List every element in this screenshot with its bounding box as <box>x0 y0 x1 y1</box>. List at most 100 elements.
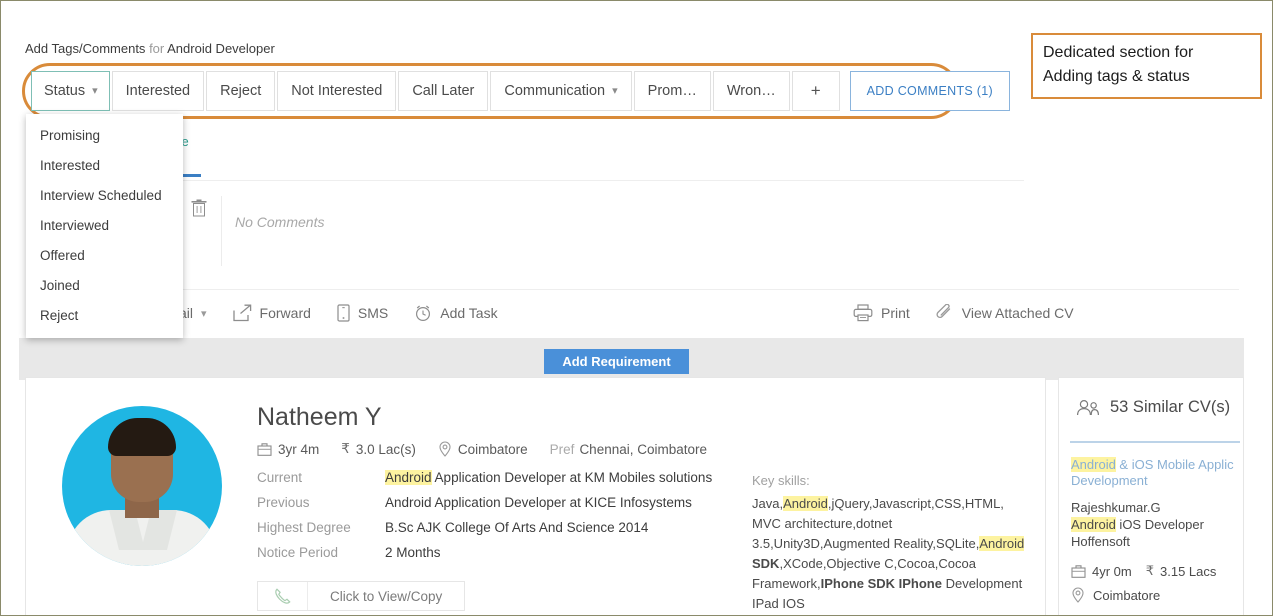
similar-location-value: Coimbatore <box>1093 587 1161 603</box>
highlight-android: Android <box>385 470 432 485</box>
add-tag-button[interactable]: + <box>791 71 840 111</box>
add-tags-header-prefix: Add Tags/Comments <box>25 41 146 56</box>
email-button[interactable]: ail ▾ <box>179 305 207 321</box>
add-tags-header: Add Tags/Comments for Android Developer <box>25 41 275 56</box>
status-option-reject[interactable]: Reject <box>26 300 183 330</box>
sms-label: SMS <box>357 305 389 321</box>
add-tags-header-role: Android Developer <box>167 41 275 56</box>
key-skills: Key skills: Java,Android,jQuery,Javascri… <box>752 471 1027 614</box>
tag-communication-label: Communication <box>504 83 606 99</box>
status-option-promising[interactable]: Promising <box>26 120 183 150</box>
tag-call-later-button[interactable]: Call Later <box>398 71 489 111</box>
action-toolbar-right: Print View Attached CV <box>853 300 1100 326</box>
status-dropdown-label: Status <box>44 83 86 99</box>
alarm-clock-icon <box>414 304 432 322</box>
location-pin-icon <box>1071 587 1085 603</box>
add-task-label: Add Task <box>440 305 498 321</box>
pref-value: Chennai, Coimbatore <box>579 441 708 457</box>
candidate-location: Coimbatore <box>438 441 528 457</box>
annotation-line-2: Adding tags & status <box>1043 68 1190 85</box>
tag-communication-button[interactable]: Communication ▾ <box>490 71 632 111</box>
forward-button[interactable]: Forward <box>232 304 311 322</box>
screenshot-root: Add Tags/Comments for Android Developer … <box>0 0 1273 616</box>
chevron-down-icon: ▾ <box>92 84 98 97</box>
detail-label-notice-period: Notice Period <box>257 545 339 560</box>
view-attached-cv-button[interactable]: View Attached CV <box>936 304 1074 322</box>
candidate-experience: 3yr 4m <box>257 442 319 457</box>
similar-location: Coimbatore <box>1071 587 1160 603</box>
detail-label-highest-degree: Highest Degree <box>257 520 351 535</box>
similar-candidate-company: Hoffensoft <box>1071 534 1131 549</box>
similar-job-title[interactable]: Android & iOS Mobile Applic Development <box>1071 457 1249 489</box>
add-tags-header-for: for <box>149 41 165 56</box>
candidate-name: Natheem Y <box>257 403 382 431</box>
status-dropdown-button[interactable]: Status ▾ <box>31 71 110 111</box>
action-toolbar: ail ▾ Forward SMS Add Task <box>179 300 524 326</box>
candidate-salary: ₹ 3.0 Lac(s) <box>341 441 416 457</box>
similar-candidate-name: Rajeshkumar.G <box>1071 500 1161 515</box>
tag-interested-button[interactable]: Interested <box>111 71 205 111</box>
status-option-interviewed[interactable]: Interviewed <box>26 210 183 240</box>
add-comments-label: ADD COMMENTS (1) <box>866 84 993 98</box>
similar-candidate-role: iOS Developer <box>1115 517 1204 532</box>
similar-cvs-count: 53 Similar CV(s) <box>1110 398 1231 416</box>
candidate-salary-value: 3.0 Lac(s) <box>355 441 416 457</box>
print-label: Print <box>881 305 910 321</box>
candidate-avatar <box>62 406 222 566</box>
status-option-interview-scheduled[interactable]: Interview Scheduled <box>26 180 183 210</box>
detail-value-notice-period: 2 Months <box>385 545 441 560</box>
plus-icon: + <box>810 81 821 100</box>
similar-salary-value: 3.15 Lacs <box>1160 563 1217 579</box>
key-skills-p6: IPhone SDK IPhone <box>820 576 942 591</box>
briefcase-icon <box>257 442 272 457</box>
tag-not-interested-button[interactable]: Not Interested <box>277 71 397 111</box>
similar-experience: 4yr 0m <box>1071 564 1132 579</box>
detail-row-notice-period: Notice Period 2 Months <box>257 544 712 561</box>
rupee-icon: ₹ <box>341 441 350 456</box>
annotation-line-1: Dedicated section for <box>1043 44 1194 61</box>
tab-bar-divider <box>179 180 1024 181</box>
candidate-preferred-location: Pref Chennai, Coimbatore <box>550 442 707 457</box>
phone-reveal-button[interactable]: Click to View/Copy <box>257 581 466 611</box>
similar-candidate-meta: 4yr 0m ₹ 3.15 Lacs <box>1071 563 1230 579</box>
detail-value-highest-degree: B.Sc AJK College Of Arts And Science 201… <box>385 520 649 535</box>
key-skills-p1: Android <box>783 496 828 511</box>
key-skills-p4: SDK <box>752 556 780 571</box>
tag-wrong-label: Wron… <box>726 83 776 99</box>
printer-icon <box>853 304 873 322</box>
print-button[interactable]: Print <box>853 304 910 322</box>
no-comments-text: No Comments <box>235 214 325 230</box>
highlight-android: Android <box>1071 517 1116 532</box>
paperclip-icon <box>936 304 954 322</box>
similar-cvs-divider <box>1070 441 1240 443</box>
status-option-joined[interactable]: Joined <box>26 270 183 300</box>
tag-reject-button[interactable]: Reject <box>206 71 276 111</box>
detail-label-previous: Previous <box>257 495 310 510</box>
key-skills-p3: Android <box>979 536 1025 551</box>
candidate-experience-value: 3yr 4m <box>278 441 320 457</box>
similar-experience-value: 4yr 0m <box>1092 563 1132 579</box>
key-skills-p0: Java, <box>752 496 784 511</box>
pref-label: Pref <box>549 441 575 457</box>
location-pin-icon <box>438 441 452 457</box>
sms-button[interactable]: SMS <box>337 304 388 322</box>
add-requirement-button[interactable]: Add Requirement <box>544 349 689 374</box>
people-icon <box>1075 399 1101 417</box>
forward-icon <box>232 304 252 322</box>
briefcase-icon <box>1071 564 1086 579</box>
tag-button-row: Status ▾ Interested Reject Not Intereste… <box>31 71 1012 111</box>
status-option-interested[interactable]: Interested <box>26 150 183 180</box>
tag-reject-label: Reject <box>220 83 262 99</box>
tag-interested-label: Interested <box>125 83 191 99</box>
tag-wrong-button[interactable]: Wron… <box>712 71 790 111</box>
tag-promising-button[interactable]: Prom… <box>633 71 711 111</box>
delete-comment-icon[interactable] <box>191 199 207 217</box>
detail-value-current-rest: Application Developer at KM Mobiles solu… <box>431 470 713 485</box>
status-option-offered[interactable]: Offered <box>26 240 183 270</box>
view-attached-cv-label: View Attached CV <box>961 305 1074 321</box>
status-dropdown-menu: Promising Interested Interview Scheduled… <box>26 114 183 338</box>
add-comments-button[interactable]: ADD COMMENTS (1) <box>849 71 1010 111</box>
similar-candidate-block: Rajeshkumar.G Android iOS Developer Hoff… <box>1071 499 1249 550</box>
add-task-button[interactable]: Add Task <box>414 304 498 322</box>
phone-icon <box>258 582 308 610</box>
